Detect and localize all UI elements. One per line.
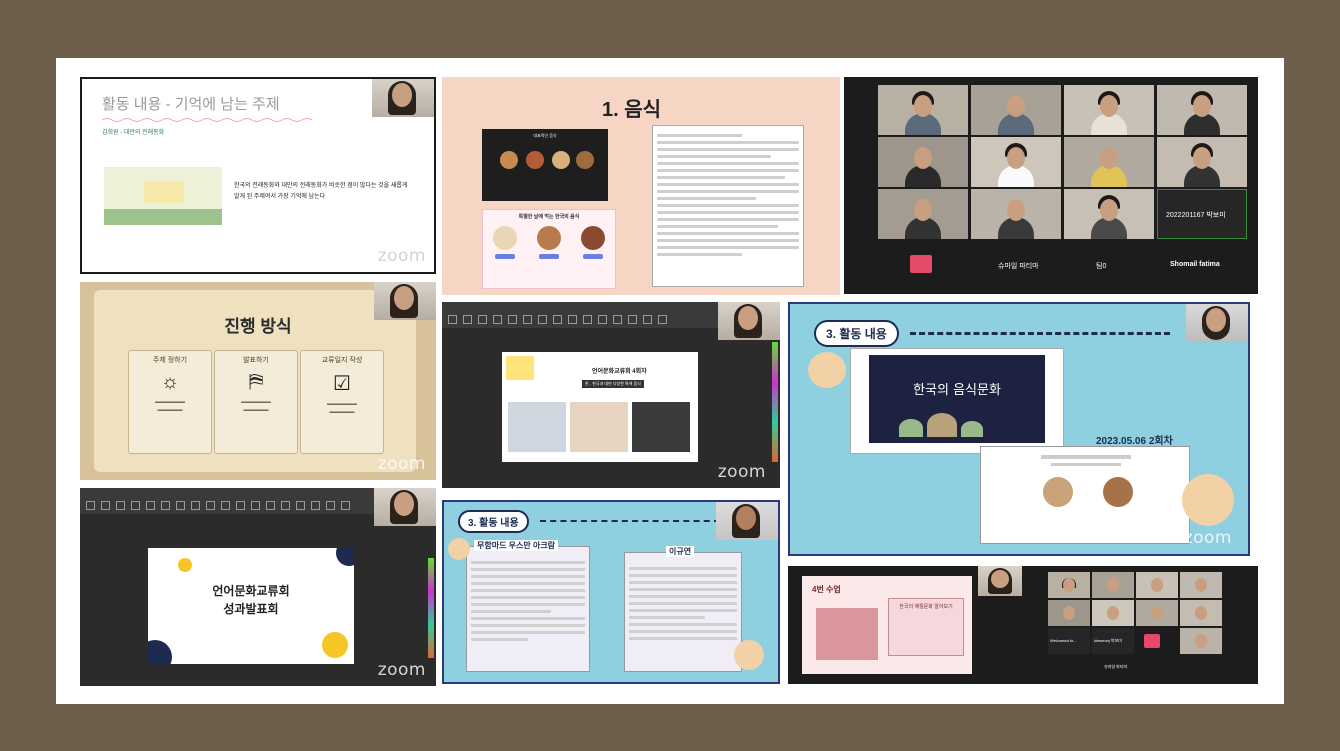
video-tile (1180, 600, 1222, 626)
slide-subtitle: 김희원 - 대만의 전래동화 (102, 130, 165, 136)
panel-video-grid-small: Welcomed to... kimseonj 박보미 슈마일 파티마 (1022, 566, 1258, 684)
method-card: 주제 정하기 ☼ ▬▬▬▬▬▬ ▬▬▬▬▬ (128, 350, 212, 454)
slide-card-2 (980, 446, 1190, 544)
mascot-icon (1182, 474, 1234, 526)
book-cover-image (104, 167, 222, 225)
zoom-watermark: zoom (1183, 528, 1232, 548)
zoom-watermark: zoom (377, 454, 426, 474)
avatar-icon (1144, 634, 1160, 648)
wavy-underline (102, 118, 312, 122)
video-tile-name-only: Welcomed to... (1048, 628, 1090, 654)
video-tile (1157, 85, 1247, 135)
right-side-tools (772, 342, 778, 462)
session-date: 2023.05.06 2회차 (1096, 436, 1173, 447)
shared-slide: 언어문화교류회 4회차 한 - 한국과 대만 다양한 특색 음식 (502, 352, 698, 462)
avatar-icon (910, 255, 932, 273)
collage-sheet: 활동 내용 - 기억에 남는 주제 김희원 - 대만의 전래동화 한국의 전래동… (56, 58, 1284, 704)
presenter-icon: ⛿ (248, 371, 264, 393)
participant-name: Shomail fatima (1170, 261, 1220, 268)
panel-activity-topic: 활동 내용 - 기억에 남는 주제 김희원 - 대만의 전래동화 한국의 전래동… (80, 77, 436, 274)
lightbulb-icon: ☼ (160, 371, 180, 393)
slide-title: 활동 내용 - 기억에 남는 주제 (102, 96, 280, 113)
slide-thumbnail-food: 대표적인 음식 (482, 129, 608, 201)
slide: 4번 수업 한국의 예절문화 알아보기 (802, 576, 972, 674)
participant-video (978, 566, 1022, 596)
method-card: 교류일지 작성 ☑ ▬▬▬▬▬▬ ▬▬▬▬▬ (300, 350, 384, 454)
checklist-icon: ☑ (333, 373, 351, 395)
mascot-icon (808, 352, 846, 388)
video-tile (1092, 572, 1134, 598)
video-tile (971, 85, 1061, 135)
presentation-slide: 언어문화교류회 성과발표회 (148, 548, 354, 664)
participant-name: 슈마일 파티마 (998, 263, 1039, 270)
video-tile (1064, 137, 1154, 187)
mascot-icon (734, 640, 764, 670)
video-tile (1064, 189, 1154, 239)
zoom-watermark: zoom (377, 660, 426, 680)
video-tile (971, 189, 1061, 239)
report-left-name: 무함마드 우스만 아크람 (474, 540, 559, 551)
video-tile-name-only: 2022201167 박보미 (1157, 189, 1247, 239)
participant-video (374, 282, 436, 320)
video-tile (1136, 572, 1178, 598)
video-tile (1048, 600, 1090, 626)
slide-card: 한국의 음식문화 (850, 348, 1064, 454)
video-tile (878, 189, 968, 239)
panel-food: 1. 음식 대표적인 음식 특별한 날에 먹는 한국의 음식 (442, 77, 840, 295)
participant-video (718, 302, 780, 340)
participant-video (716, 502, 778, 540)
video-tile (1157, 137, 1247, 187)
video-tile (1136, 600, 1178, 626)
dashed-line (910, 332, 1170, 335)
video-tile (1180, 628, 1222, 654)
zoom-watermark: zoom (717, 462, 766, 482)
video-tile (971, 137, 1061, 187)
panel-shared-editor: 언어문화교류회 4회차 한 - 한국과 대만 다양한 특색 음식 zoom (442, 302, 780, 488)
mascot-icon (448, 538, 470, 560)
participant-video (374, 488, 436, 526)
dashed-line (540, 520, 720, 522)
method-card: 발표하기 ⛿ ▬▬▬▬▬▬ ▬▬▬▬▬ (214, 350, 298, 454)
report-left (466, 546, 590, 672)
panel-class-4: 4번 수업 한국의 예절문화 알아보기 (788, 566, 1022, 684)
panel-activity-food-culture: 3. 활동 내용 한국의 음식문화 2023.05.06 2회차 zoom (788, 302, 1250, 556)
slide-thumbnail-special-food: 특별한 날에 먹는 한국의 음식 (482, 209, 616, 289)
journal-document (652, 125, 804, 287)
participant-name: 슈마일 파티마 (1104, 664, 1128, 669)
participant-video (372, 79, 434, 117)
video-tile-name-only: kimseonj 박보미 (1092, 628, 1134, 654)
report-right (624, 552, 742, 672)
panel-video-grid: 2022201167 박보미 슈마일 파티마 팀0 Shomail fatima (844, 77, 1258, 294)
panel-progress-method: 진행 방식 주제 정하기 ☼ ▬▬▬▬▬▬ ▬▬▬▬▬ 발표하기 ⛿ ▬▬▬▬▬▬… (80, 282, 436, 480)
video-tile (1092, 600, 1134, 626)
video-tile (878, 85, 968, 135)
heading-pill: 3. 활동 내용 (458, 510, 529, 533)
section-title: 1. 음식 (602, 99, 662, 121)
panel-activity-reports: 3. 활동 내용 무함마드 우스만 아크람 이규연 (442, 500, 780, 684)
participant-video (1186, 304, 1248, 342)
panel-presentation-editor: 언어문화교류회 성과발표회 zoom (80, 488, 436, 686)
video-tile (1064, 85, 1154, 135)
video-tile (878, 137, 968, 187)
report-right-name: 이규연 (666, 546, 695, 557)
video-tile (1048, 572, 1090, 598)
zoom-watermark: zoom (377, 246, 426, 266)
right-side-tools (428, 558, 434, 658)
heading-pill: 3. 활동 내용 (814, 320, 899, 347)
slide-body: 한국의 전래동화와 대만의 전래동화가 비슷한 점이 많다는 것을 새롭게 알게… (234, 183, 408, 200)
video-tile (1180, 572, 1222, 598)
participant-name: 팀0 (1096, 263, 1107, 270)
